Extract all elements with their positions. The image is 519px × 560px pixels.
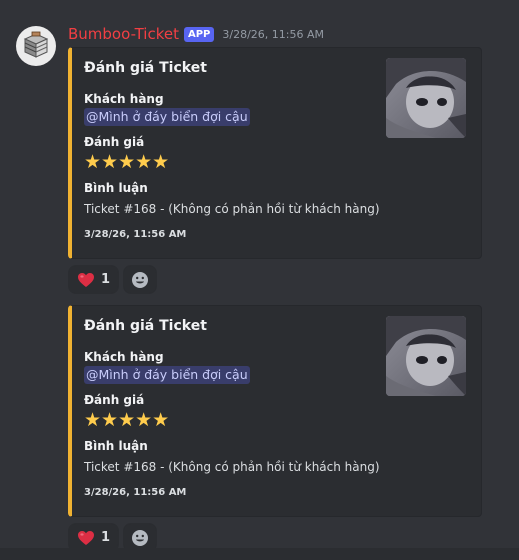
- reaction-bar: 1: [68, 265, 158, 294]
- rating-embed: Đánh giá Ticket Khách hàng @Mình ở đáy b…: [68, 305, 482, 517]
- star-rating: ★★★★★: [84, 409, 170, 431]
- add-reaction-button[interactable]: [123, 265, 158, 294]
- red-heart-icon: [78, 272, 94, 287]
- embed-footer-timestamp: 3/28/26, 11:56 AM: [84, 229, 187, 240]
- embed-title: Đánh giá Ticket: [84, 60, 207, 76]
- app-badge: APP: [183, 26, 215, 42]
- customer-mention[interactable]: @Mình ở đáy biển đợi cậu: [84, 108, 250, 126]
- heart-reaction[interactable]: 1: [68, 265, 120, 294]
- comment-field-label: Bình luận: [84, 439, 148, 453]
- smiley-icon: [132, 529, 149, 546]
- message-timestamp[interactable]: 3/28/26, 11:56 AM: [222, 28, 324, 41]
- rating-field-label: Đánh giá: [84, 135, 145, 149]
- rating-embed: Đánh giá Ticket Khách hàng @Mình ở đáy b…: [68, 47, 482, 259]
- embed-title: Đánh giá Ticket: [84, 318, 207, 334]
- embed-thumbnail[interactable]: [386, 58, 466, 138]
- customer-field-label: Khách hàng: [84, 350, 164, 364]
- bot-avatar[interactable]: [16, 26, 56, 66]
- chat-input-edge: [0, 548, 519, 560]
- avatar-thumbnail-image: [386, 58, 466, 138]
- customer-mention[interactable]: @Mình ở đáy biển đợi cậu: [84, 366, 250, 384]
- avatar-thumbnail-image: [386, 316, 466, 396]
- rating-field-label: Đánh giá: [84, 393, 145, 407]
- cube-stack-icon: [23, 31, 49, 58]
- reaction-count: 1: [101, 530, 111, 545]
- message-header: Bumboo-Ticket APP 3/28/26, 11:56 AM: [68, 24, 324, 44]
- reaction-count: 1: [101, 272, 111, 287]
- username[interactable]: Bumboo-Ticket: [68, 25, 179, 43]
- embed-footer-timestamp: 3/28/26, 11:56 AM: [84, 487, 187, 498]
- red-heart-icon: [78, 530, 94, 545]
- chat-message: Bumboo-Ticket APP 3/28/26, 11:56 AM Đánh…: [0, 0, 519, 560]
- comment-text: Ticket #168 - (Không có phản hồi từ khác…: [84, 460, 380, 474]
- embed-thumbnail[interactable]: [386, 316, 466, 396]
- comment-field-label: Bình luận: [84, 181, 148, 195]
- customer-field-label: Khách hàng: [84, 92, 164, 106]
- comment-text: Ticket #168 - (Không có phản hồi từ khác…: [84, 202, 380, 216]
- smiley-icon: [132, 271, 149, 288]
- star-rating: ★★★★★: [84, 151, 170, 173]
